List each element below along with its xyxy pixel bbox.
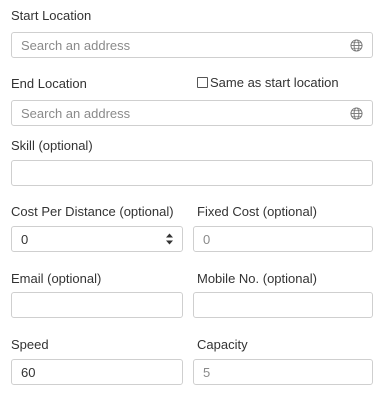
end-location-label: End Location	[11, 76, 87, 91]
email-label: Email (optional)	[11, 271, 102, 286]
email-field[interactable]	[11, 292, 183, 318]
same-as-start-checkbox[interactable]: Same as start location	[197, 75, 339, 90]
mobile-field[interactable]	[193, 292, 373, 318]
mobile-label: Mobile No. (optional)	[197, 271, 317, 286]
fixed-cost-input[interactable]	[194, 227, 372, 251]
capacity-input[interactable]	[194, 360, 372, 384]
start-location-input[interactable]	[12, 33, 372, 57]
fixed-cost-label: Fixed Cost (optional)	[197, 204, 317, 219]
skill-label: Skill (optional)	[11, 138, 93, 153]
same-as-start-label: Same as start location	[210, 75, 339, 90]
speed-input[interactable]	[12, 360, 182, 384]
email-input[interactable]	[12, 293, 182, 317]
checkbox-box[interactable]	[197, 77, 208, 88]
start-location-label: Start Location	[11, 8, 92, 23]
end-location-field[interactable]	[11, 100, 373, 126]
skill-input[interactable]	[12, 161, 372, 185]
capacity-label: Capacity	[197, 337, 248, 352]
globe-icon	[350, 107, 363, 120]
fixed-cost-field[interactable]	[193, 226, 373, 252]
start-location-field[interactable]	[11, 32, 373, 58]
capacity-field[interactable]	[193, 359, 373, 385]
cost-per-distance-field[interactable]	[11, 226, 183, 252]
globe-icon	[350, 39, 363, 52]
mobile-input[interactable]	[194, 293, 372, 317]
speed-label: Speed	[11, 337, 49, 352]
end-location-input[interactable]	[12, 101, 372, 125]
skill-field[interactable]	[11, 160, 373, 186]
speed-field[interactable]	[11, 359, 183, 385]
cost-per-distance-input[interactable]	[12, 227, 182, 251]
cost-per-distance-label: Cost Per Distance (optional)	[11, 204, 174, 219]
number-stepper-icon[interactable]	[165, 231, 174, 247]
